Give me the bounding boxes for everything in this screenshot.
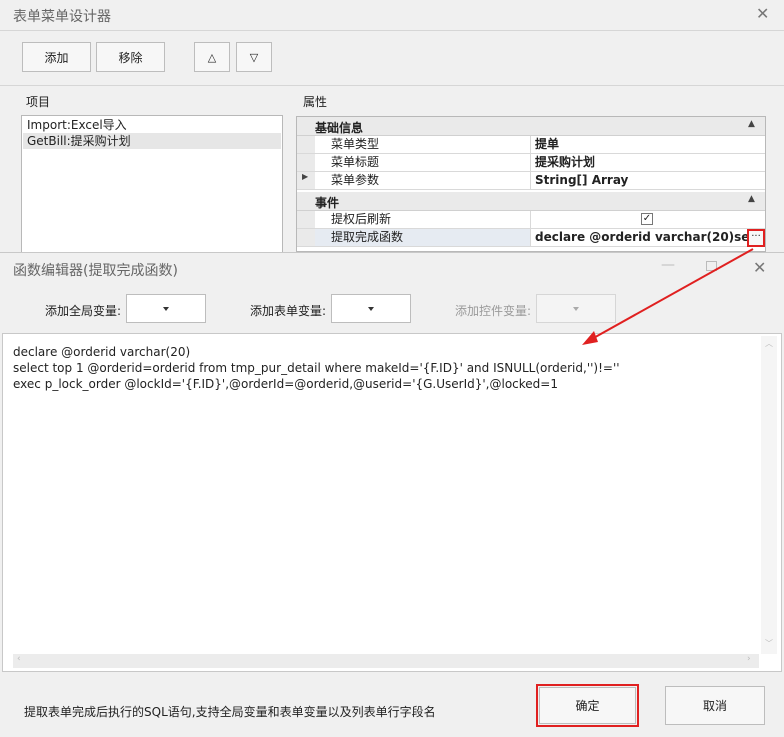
annotation-arrow xyxy=(582,248,754,345)
